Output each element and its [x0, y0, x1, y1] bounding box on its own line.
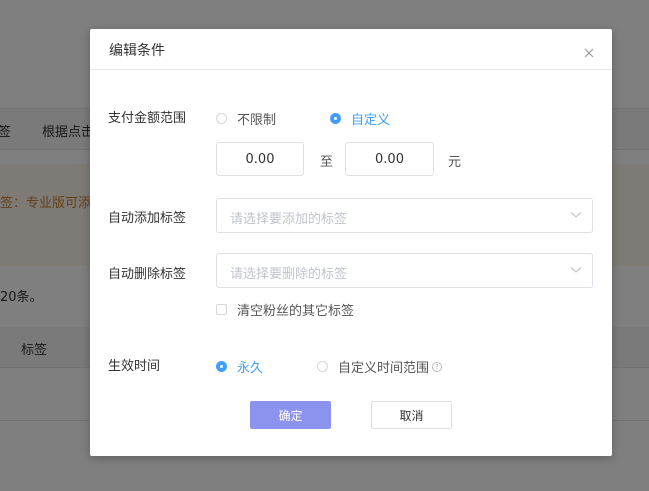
auto-remove-tag-label: 自动删除标签 [108, 267, 187, 282]
max-amount-input[interactable] [345, 142, 434, 176]
add-tag-select[interactable]: 请选择要添加的标签 [216, 198, 593, 233]
clear-other-tags-label: 清空粉丝的其它标签 [237, 304, 355, 319]
effective-time-label: 生效时间 [108, 359, 161, 374]
remove-tag-placeholder: 请选择要删除的标签 [230, 267, 348, 282]
confirm-button[interactable]: 确定 [250, 401, 331, 429]
help-icon[interactable]: ? [432, 361, 443, 372]
add-tag-placeholder: 请选择要添加的标签 [230, 212, 348, 227]
auto-add-tag-label: 自动添加标签 [108, 211, 187, 226]
radio-unlimited[interactable]: 不限制 [216, 109, 276, 128]
radio-custom-circle [330, 113, 341, 124]
radio-permanent-label: 永久 [237, 361, 264, 376]
min-amount-input[interactable] [216, 142, 304, 176]
close-icon[interactable] [582, 46, 596, 60]
clear-other-tags-checkbox[interactable]: 清空粉丝的其它标签 [216, 300, 354, 319]
radio-unlimited-circle [216, 113, 227, 124]
edit-condition-dialog: 编辑条件 支付金额范围 不限制 自定义 至 元 自动添加标签 请选择要添加的标签… [90, 29, 612, 456]
range-separator: 至 [320, 155, 334, 170]
dialog-title: 编辑条件 [109, 43, 165, 59]
radio-unlimited-label: 不限制 [237, 113, 277, 128]
radio-permanent[interactable]: 永久 [216, 357, 263, 376]
cancel-button[interactable]: 取消 [371, 401, 452, 429]
radio-permanent-circle [216, 361, 227, 372]
radio-custom[interactable]: 自定义 [330, 109, 390, 128]
remove-tag-select[interactable]: 请选择要删除的标签 [216, 253, 593, 288]
radio-custom-time-circle [317, 361, 328, 372]
dialog-header: 编辑条件 [90, 29, 612, 70]
currency-unit: 元 [448, 155, 462, 170]
pay-range-label: 支付金额范围 [108, 111, 187, 126]
chevron-down-icon [570, 267, 582, 273]
radio-custom-label: 自定义 [351, 113, 391, 128]
chevron-down-icon [570, 212, 582, 218]
radio-custom-time[interactable]: 自定义时间范围 ? [317, 357, 443, 376]
checkbox-box [216, 304, 227, 315]
radio-custom-time-label: 自定义时间范围 [338, 361, 430, 376]
